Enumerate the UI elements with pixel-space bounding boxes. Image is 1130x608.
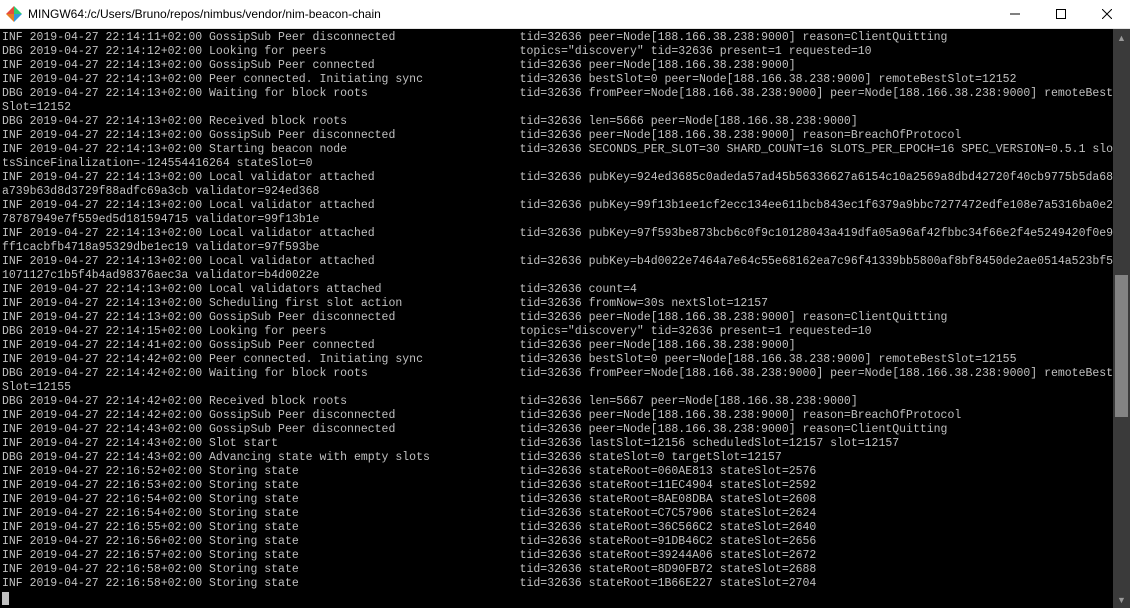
log-line: INF 2019-04-27 22:14:13+02:00 Scheduling… (2, 297, 1113, 311)
log-line: INF 2019-04-27 22:14:13+02:00 Local vali… (2, 199, 1113, 213)
scroll-down-arrow[interactable]: ▼ (1113, 591, 1130, 608)
log-line: INF 2019-04-27 22:16:58+02:00 Storing st… (2, 563, 1113, 577)
log-line: INF 2019-04-27 22:16:58+02:00 Storing st… (2, 577, 1113, 591)
minimize-button[interactable] (992, 0, 1038, 28)
scrollbar[interactable]: ▲ ▼ (1113, 29, 1130, 608)
log-line: ff1cacbfb4718a95329dbe1ec19 validator=97… (2, 241, 1113, 255)
scroll-track[interactable] (1113, 46, 1130, 591)
log-line: DBG 2019-04-27 22:14:12+02:00 Looking fo… (2, 45, 1113, 59)
cursor-line (2, 591, 1113, 605)
window-title: MINGW64:/c/Users/Bruno/repos/nimbus/vend… (28, 7, 992, 21)
scroll-thumb[interactable] (1115, 275, 1128, 417)
terminal[interactable]: INF 2019-04-27 22:14:11+02:00 GossipSub … (0, 29, 1113, 608)
log-line: INF 2019-04-27 22:16:55+02:00 Storing st… (2, 521, 1113, 535)
log-line: INF 2019-04-27 22:16:57+02:00 Storing st… (2, 549, 1113, 563)
log-line: INF 2019-04-27 22:14:13+02:00 Local vali… (2, 283, 1113, 297)
log-line: INF 2019-04-27 22:14:13+02:00 Starting b… (2, 143, 1113, 157)
log-line: INF 2019-04-27 22:14:13+02:00 Local vali… (2, 227, 1113, 241)
log-line: INF 2019-04-27 22:14:43+02:00 Slot start… (2, 437, 1113, 451)
log-line: DBG 2019-04-27 22:14:13+02:00 Received b… (2, 115, 1113, 129)
log-line: INF 2019-04-27 22:14:43+02:00 GossipSub … (2, 423, 1113, 437)
log-line: INF 2019-04-27 22:14:13+02:00 Local vali… (2, 255, 1113, 269)
app-icon (6, 6, 22, 22)
close-button[interactable] (1084, 0, 1130, 28)
log-line: 78787949e7f559ed5d181594715 validator=99… (2, 213, 1113, 227)
log-line: DBG 2019-04-27 22:14:43+02:00 Advancing … (2, 451, 1113, 465)
log-line: tsSinceFinalization=-124554416264 stateS… (2, 157, 1113, 171)
log-line: 1071127c1b5f4b4ad98376aec3a validator=b4… (2, 269, 1113, 283)
log-line: INF 2019-04-27 22:14:13+02:00 GossipSub … (2, 129, 1113, 143)
log-line: a739b63d8d3729f88adfc69a3cb validator=92… (2, 185, 1113, 199)
log-line: Slot=12152 (2, 101, 1113, 115)
maximize-button[interactable] (1038, 0, 1084, 28)
window-controls (992, 0, 1130, 28)
log-line: INF 2019-04-27 22:14:13+02:00 Local vali… (2, 171, 1113, 185)
log-line: DBG 2019-04-27 22:14:13+02:00 Waiting fo… (2, 87, 1113, 101)
log-line: DBG 2019-04-27 22:14:42+02:00 Received b… (2, 395, 1113, 409)
log-line: INF 2019-04-27 22:16:54+02:00 Storing st… (2, 493, 1113, 507)
titlebar[interactable]: MINGW64:/c/Users/Bruno/repos/nimbus/vend… (0, 0, 1130, 29)
log-line: INF 2019-04-27 22:14:13+02:00 GossipSub … (2, 59, 1113, 73)
log-line: INF 2019-04-27 22:14:41+02:00 GossipSub … (2, 339, 1113, 353)
log-line: INF 2019-04-27 22:14:11+02:00 GossipSub … (2, 31, 1113, 45)
log-line: INF 2019-04-27 22:14:13+02:00 GossipSub … (2, 311, 1113, 325)
terminal-wrap: INF 2019-04-27 22:14:11+02:00 GossipSub … (0, 29, 1130, 608)
log-line: INF 2019-04-27 22:16:53+02:00 Storing st… (2, 479, 1113, 493)
log-line: INF 2019-04-27 22:14:42+02:00 Peer conne… (2, 353, 1113, 367)
log-line: INF 2019-04-27 22:16:56+02:00 Storing st… (2, 535, 1113, 549)
log-line: INF 2019-04-27 22:16:52+02:00 Storing st… (2, 465, 1113, 479)
log-line: INF 2019-04-27 22:16:54+02:00 Storing st… (2, 507, 1113, 521)
log-line: INF 2019-04-27 22:14:42+02:00 GossipSub … (2, 409, 1113, 423)
scroll-up-arrow[interactable]: ▲ (1113, 29, 1130, 46)
log-line: Slot=12155 (2, 381, 1113, 395)
log-line: INF 2019-04-27 22:14:13+02:00 Peer conne… (2, 73, 1113, 87)
log-line: DBG 2019-04-27 22:14:15+02:00 Looking fo… (2, 325, 1113, 339)
cursor (2, 592, 9, 605)
log-line: DBG 2019-04-27 22:14:42+02:00 Waiting fo… (2, 367, 1113, 381)
